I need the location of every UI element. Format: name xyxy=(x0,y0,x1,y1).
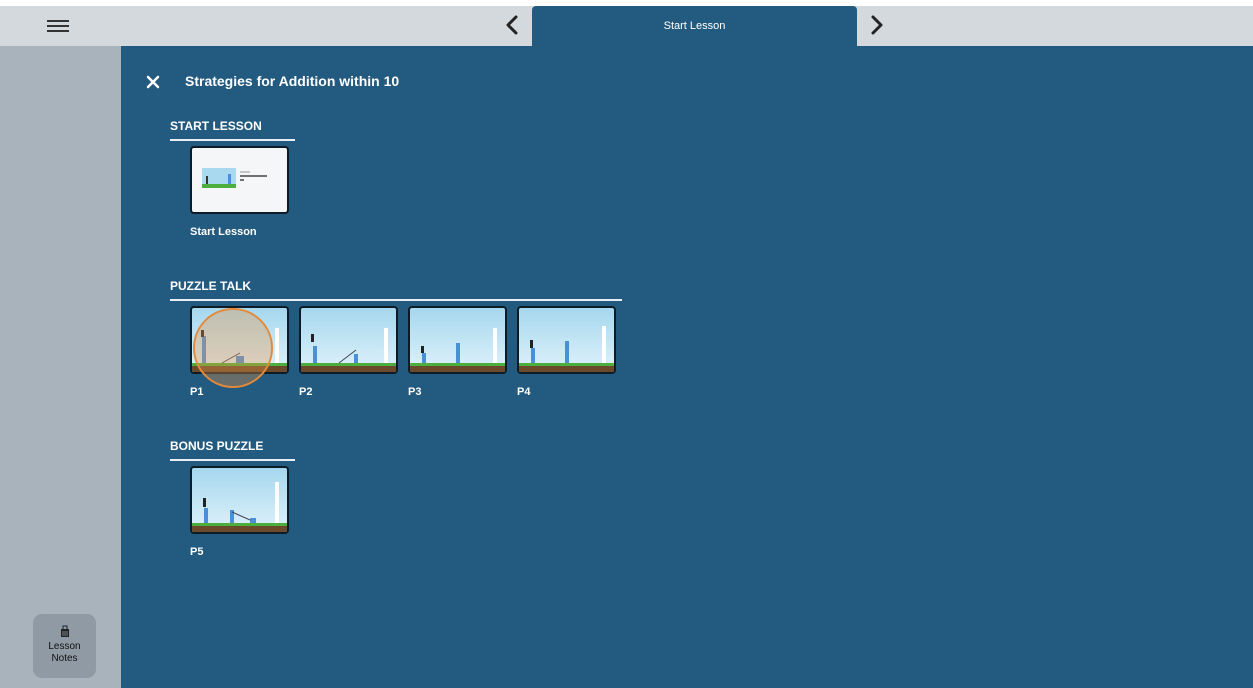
chevron-right-icon xyxy=(871,15,883,35)
section-heading-bonus-puzzle: BONUS PUZZLE xyxy=(170,439,264,453)
section-divider xyxy=(170,139,295,141)
lesson-notes-label: Lesson Notes xyxy=(48,641,81,664)
close-icon[interactable] xyxy=(145,74,161,90)
thumbnail-label: P5 xyxy=(190,546,204,558)
thumbnail-p5[interactable] xyxy=(190,466,289,534)
puzzle-preview xyxy=(192,482,287,532)
thumbnail-label: Start Lesson xyxy=(190,226,257,238)
binder-clip-icon xyxy=(60,625,69,637)
chevron-left-icon xyxy=(506,15,518,35)
thumbnail-label: P2 xyxy=(299,386,313,398)
section-divider xyxy=(170,459,295,461)
tab-start-lesson[interactable]: Start Lesson xyxy=(532,6,857,46)
lesson-notes-button[interactable]: Lesson Notes xyxy=(33,614,96,678)
slide-preview xyxy=(202,168,267,188)
section-heading-puzzle-talk: PUZZLE TALK xyxy=(170,279,252,293)
section-heading-start-lesson: START LESSON xyxy=(170,119,262,133)
main-panel: Strategies for Addition within 10 START … xyxy=(121,46,1253,688)
puzzle-preview xyxy=(192,328,287,372)
thumbnail-p3[interactable] xyxy=(408,306,507,374)
thumbnail-label: P3 xyxy=(408,386,422,398)
next-button[interactable] xyxy=(862,10,892,40)
thumbnail-label: P4 xyxy=(517,386,531,398)
thumbnail-p1[interactable] xyxy=(190,306,289,374)
hamburger-icon xyxy=(47,20,69,22)
puzzle-preview xyxy=(301,328,396,372)
thumbnail-start-lesson[interactable] xyxy=(190,146,289,214)
puzzle-preview xyxy=(519,326,614,372)
menu-button[interactable] xyxy=(34,15,82,37)
thumbnail-label: P1 xyxy=(190,386,204,398)
puzzle-preview xyxy=(410,328,505,372)
thumbnail-p2[interactable] xyxy=(299,306,398,374)
thumbnail-p4[interactable] xyxy=(517,306,616,374)
sidebar xyxy=(0,46,121,688)
top-bar: Start Lesson xyxy=(0,6,1253,46)
previous-button[interactable] xyxy=(497,10,527,40)
lesson-title: Strategies for Addition within 10 xyxy=(185,73,400,89)
section-divider xyxy=(170,299,622,301)
